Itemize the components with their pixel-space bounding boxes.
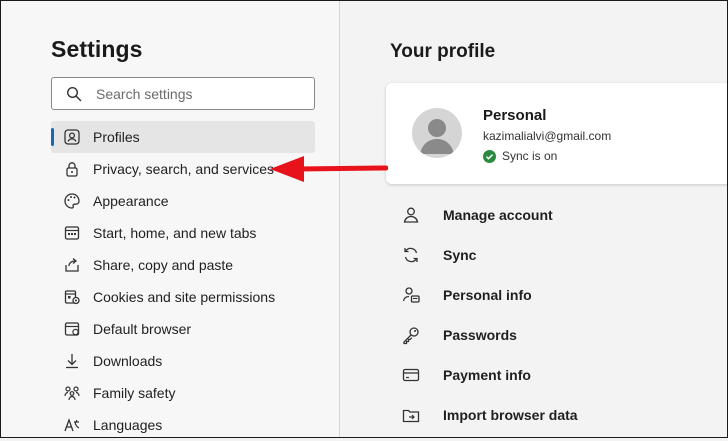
sidebar-item-label: Profiles (93, 129, 140, 145)
settings-title: Settings (51, 36, 143, 62)
share-icon (63, 256, 81, 274)
personal-info-item[interactable]: Personal info (401, 275, 721, 315)
person-icon (401, 205, 421, 225)
search-input[interactable]: Search settings (51, 77, 315, 110)
cookies-icon (63, 288, 81, 306)
payment-info-item[interactable]: Payment info (401, 355, 721, 395)
profile-menu: Manage account Sync Personal info Passwo… (401, 195, 721, 435)
key-icon (401, 325, 421, 345)
home-icon (63, 224, 81, 242)
sync-status-label: Sync is on (502, 149, 558, 163)
sidebar-item-label: Downloads (93, 353, 163, 369)
sidebar-item-label: Family safety (93, 385, 176, 401)
languages-icon (63, 416, 81, 434)
menu-item-label: Import browser data (443, 407, 578, 423)
profile-email: kazimalialvi@gmail.com (483, 129, 612, 143)
sidebar-item-label: Languages (93, 417, 163, 433)
sidebar-item-family-safety[interactable]: Family safety (51, 377, 315, 409)
sidebar-item-label: Appearance (93, 193, 169, 209)
passwords-item[interactable]: Passwords (401, 315, 721, 355)
sync-status: Sync is on (483, 149, 557, 163)
credit-card-icon (401, 365, 421, 385)
sidebar-item-appearance[interactable]: Appearance (51, 185, 315, 217)
annotation-arrow-icon (270, 156, 388, 182)
sidebar-item-default-browser[interactable]: Default browser (51, 313, 315, 345)
menu-item-label: Manage account (443, 207, 553, 223)
family-icon (63, 384, 81, 402)
sidebar-item-share-copy[interactable]: Share, copy and paste (51, 249, 315, 281)
avatar (412, 108, 462, 158)
menu-item-label: Passwords (443, 327, 517, 343)
sidebar-item-label: Cookies and site permissions (93, 289, 276, 305)
sidebar-item-start-home[interactable]: Start, home, and new tabs (51, 217, 315, 249)
browser-icon (63, 320, 81, 338)
lock-icon (63, 160, 81, 178)
search-placeholder: Search settings (96, 86, 193, 102)
sidebar-item-profiles[interactable]: Profiles (51, 121, 315, 153)
sidebar-item-label: Privacy, search, and services (93, 161, 275, 177)
settings-sidebar: Settings Search settings Profiles Privac… (0, 0, 340, 438)
sidebar-item-cookies[interactable]: Cookies and site permissions (51, 281, 315, 313)
sidebar-item-label: Share, copy and paste (93, 257, 234, 273)
sync-icon (401, 245, 421, 265)
sync-item[interactable]: Sync (401, 235, 721, 275)
page-title: Your profile (390, 41, 496, 62)
menu-item-label: Personal info (443, 287, 532, 303)
menu-item-label: Sync (443, 247, 477, 263)
search-icon (66, 86, 82, 102)
sidebar-item-downloads[interactable]: Downloads (51, 345, 315, 377)
profile-card[interactable]: Personal kazimalialvi@gmail.com Sync is … (386, 83, 728, 184)
profile-icon (63, 128, 81, 146)
manage-account-item[interactable]: Manage account (401, 195, 721, 235)
person-card-icon (401, 285, 421, 305)
import-browser-data-item[interactable]: Import browser data (401, 395, 721, 435)
menu-item-label: Payment info (443, 367, 531, 383)
import-folder-icon (401, 405, 421, 425)
sidebar-item-languages[interactable]: Languages (51, 409, 315, 441)
sidebar-item-label: Start, home, and new tabs (93, 225, 257, 241)
download-icon (63, 352, 81, 370)
profile-name: Personal (483, 107, 547, 124)
main-content: Your profile Personal kazimalialvi@gmail… (341, 0, 728, 438)
check-circle-icon (483, 149, 496, 163)
sidebar-item-label: Default browser (93, 321, 192, 337)
palette-icon (63, 192, 81, 210)
